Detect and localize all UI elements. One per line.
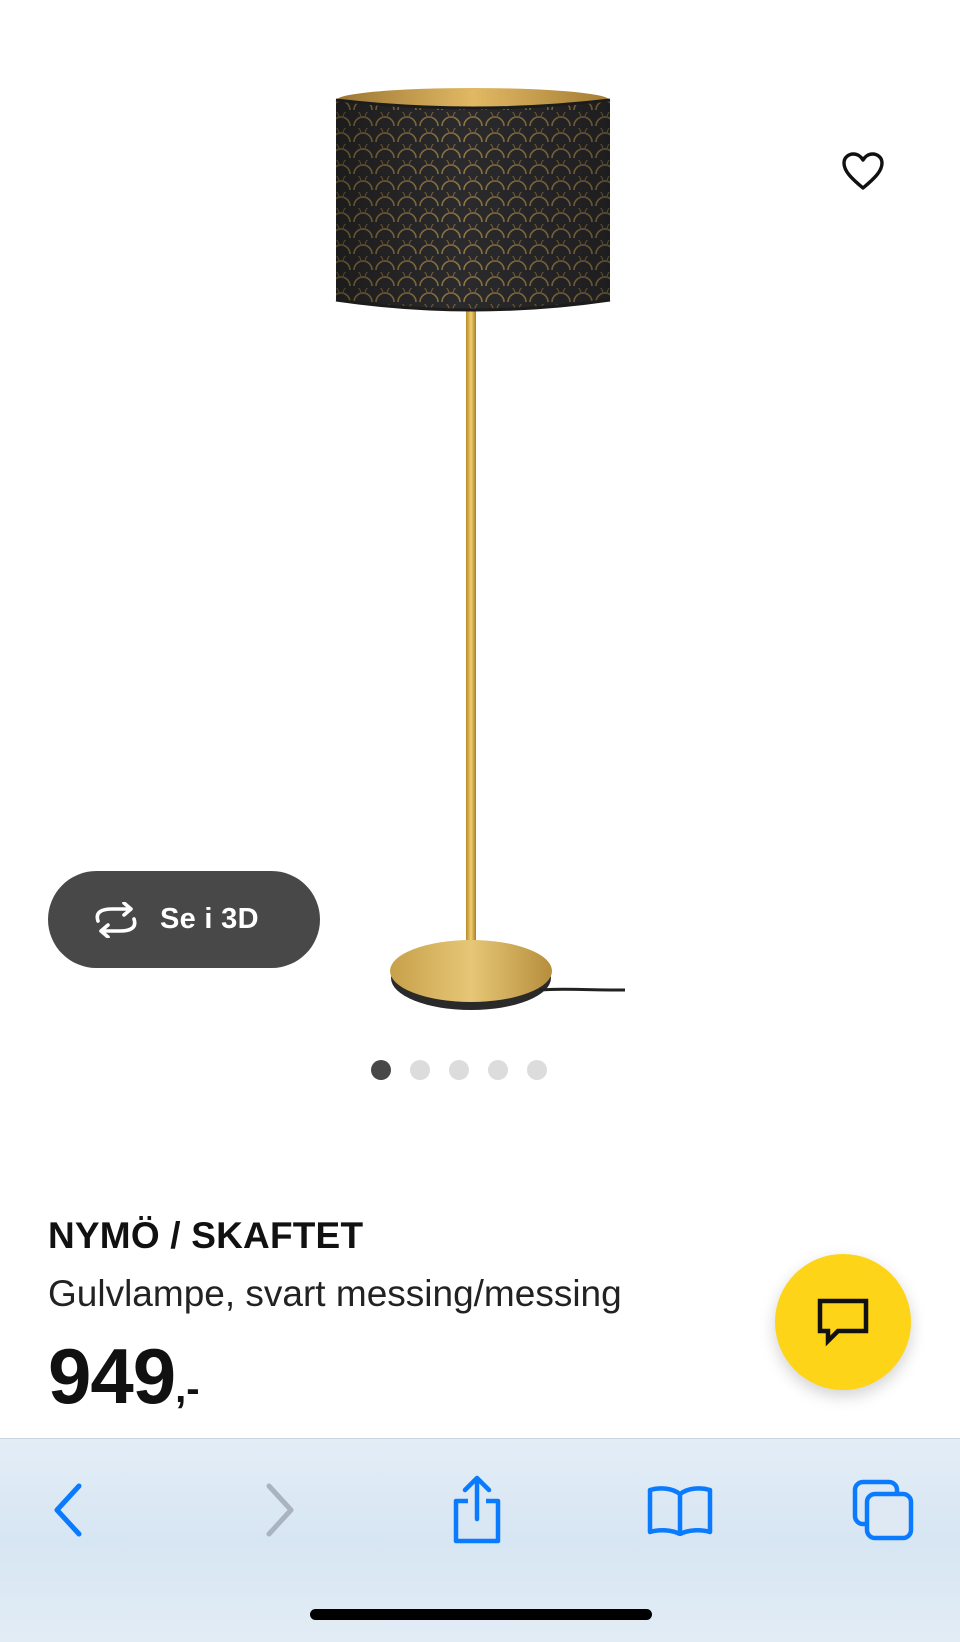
favorite-button[interactable] [830, 138, 896, 204]
product-description: Gulvlampe, svart messing/messing [48, 1273, 622, 1314]
carousel-dot[interactable] [371, 1060, 391, 1080]
rotate-3d-icon [90, 900, 146, 940]
product-image-area[interactable]: Se i 3D [0, 0, 960, 1080]
browser-share-button[interactable] [432, 1465, 522, 1555]
price-integer: 949 [48, 1332, 176, 1420]
browser-bookmarks-button[interactable] [635, 1465, 725, 1555]
browser-back-button[interactable] [24, 1465, 114, 1555]
share-icon [453, 1475, 501, 1544]
carousel-dot[interactable] [488, 1060, 508, 1080]
chat-bubble-icon [817, 1298, 869, 1347]
browser-tabs-button[interactable] [838, 1465, 928, 1555]
image-carousel-indicator [0, 1060, 960, 1084]
carousel-dot[interactable] [527, 1060, 547, 1080]
view-in-3d-button[interactable]: Se i 3D [48, 871, 320, 968]
product-name[interactable]: NYMÖ / SKAFTET [48, 1215, 622, 1257]
home-indicator[interactable] [310, 1609, 652, 1620]
browser-forward-button[interactable] [234, 1465, 324, 1555]
view-in-3d-label: Se i 3D [160, 903, 259, 935]
product-price: 949 ,- [48, 1337, 622, 1415]
chat-button[interactable] [775, 1254, 911, 1390]
heart-outline-icon [842, 152, 884, 190]
carousel-dot[interactable] [410, 1060, 430, 1080]
product-info: NYMÖ / SKAFTET Gulvlampe, svart messing/… [48, 1215, 622, 1415]
tabs-icon [852, 1479, 914, 1541]
chevron-left-icon [54, 1483, 82, 1537]
chevron-right-icon [266, 1483, 294, 1537]
book-icon [647, 1486, 713, 1536]
price-suffix: ,- [175, 1367, 200, 1411]
carousel-dot[interactable] [449, 1060, 469, 1080]
product-page: Se i 3D NYMÖ / SKAFTET Gulvlampe, svart … [0, 0, 960, 1642]
